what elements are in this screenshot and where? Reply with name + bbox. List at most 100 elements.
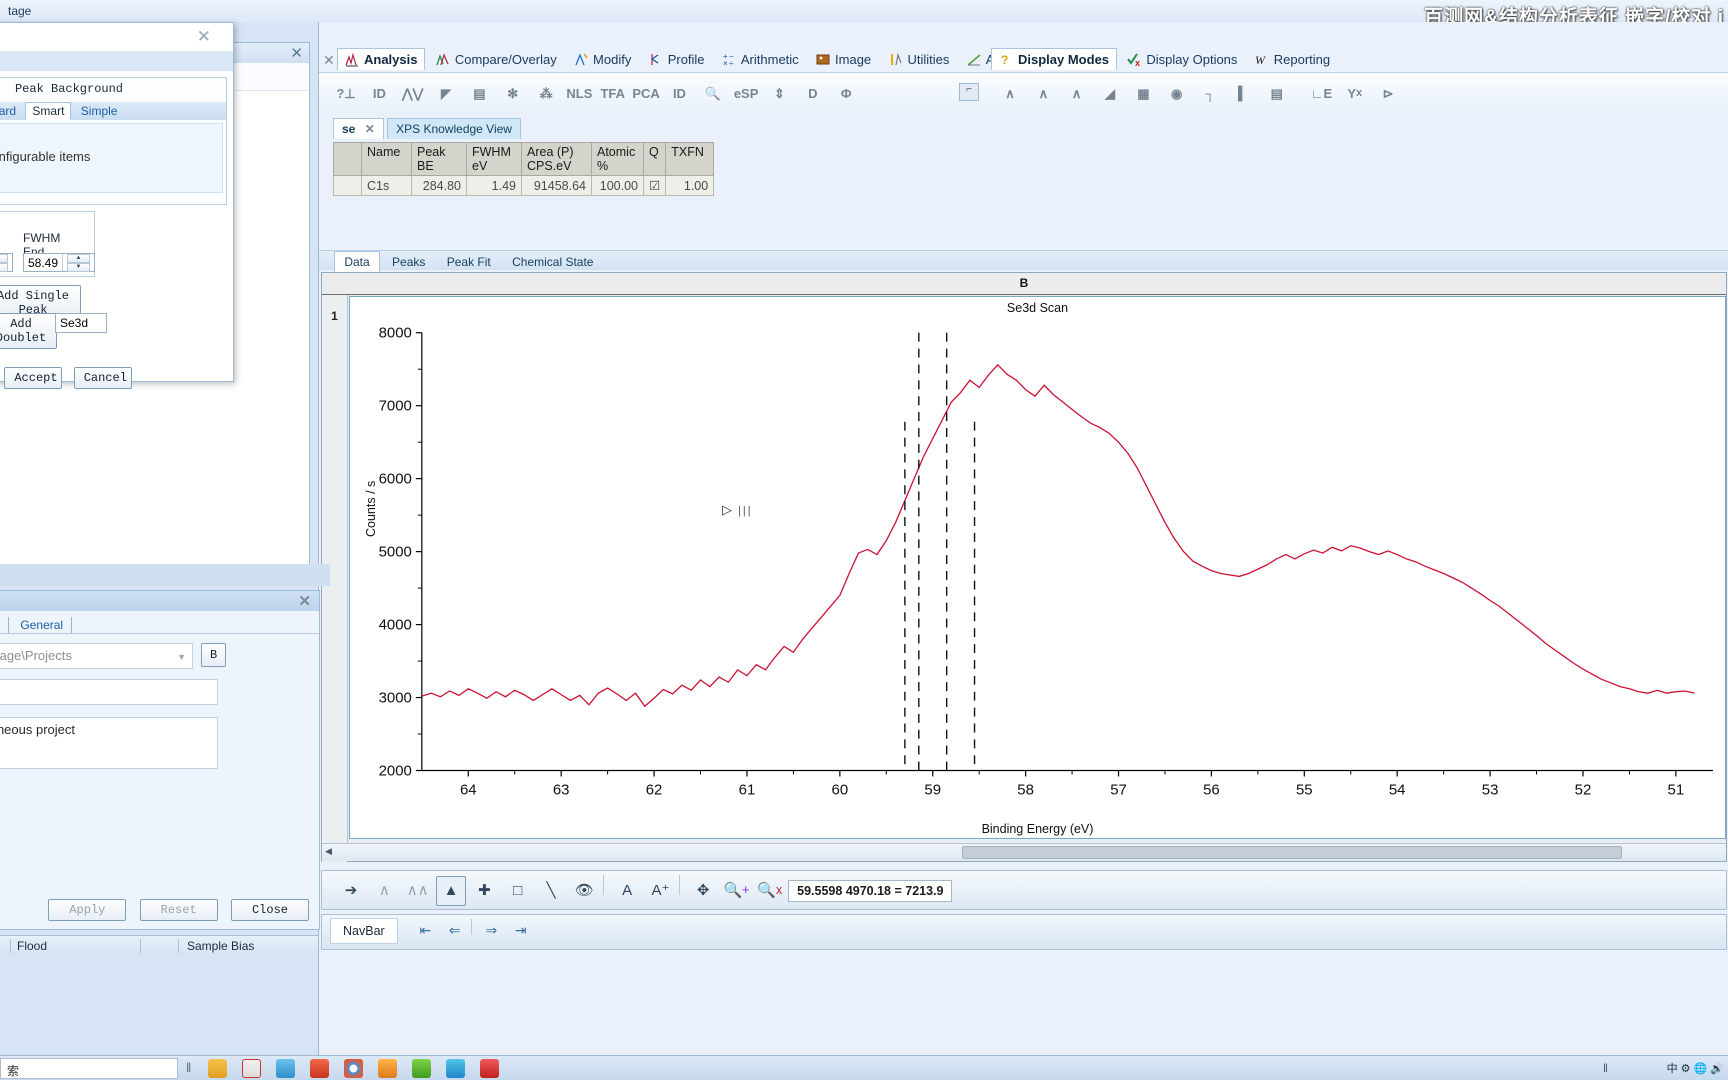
edge-icon[interactable] — [446, 1059, 465, 1078]
ribbon-tab-compare-overlay[interactable]: Compare/Overlay — [429, 49, 564, 70]
kingsoft-icon[interactable] — [480, 1059, 499, 1078]
phi-icon[interactable]: Φ — [831, 76, 861, 110]
browse-button[interactable]: B — [201, 643, 227, 667]
pan-icon[interactable]: ✥ — [688, 875, 718, 905]
single-peak-icon[interactable]: ∧ — [369, 875, 399, 905]
peak-centre-spinner[interactable]: ▲▼ — [0, 254, 12, 272]
background-icon[interactable]: ◤ — [431, 77, 461, 111]
system-tray[interactable]: 中 ⚙ 🌐 🔊 — [1667, 1060, 1724, 1076]
chevron-down-icon[interactable]: ▼ — [177, 652, 186, 662]
cell-select[interactable] — [333, 175, 362, 196]
ribbon-tab-arithmetic[interactable]: + − × ÷ Arithmetic — [715, 49, 806, 70]
crosshair-icon[interactable]: ✚ — [469, 875, 499, 905]
close-icon[interactable]: ✕ — [298, 592, 311, 610]
thickness-icon[interactable]: ⇕ — [764, 77, 794, 111]
doc-tab-xps-knowledge-view[interactable]: XPS Knowledge View — [387, 118, 521, 139]
ribbon-tab-reporting[interactable]: W Reporting — [1248, 49, 1337, 70]
tab-peaks[interactable]: Peaks — [383, 252, 434, 272]
spectrum-plot[interactable]: 2000 3000 4000 5000 6000 7000 8000 64 63 62 61 60 59… — [349, 296, 1726, 839]
close-icon[interactable]: ✕ — [365, 122, 375, 136]
peak-id-query-icon[interactable]: ?⊥ — [331, 77, 361, 111]
derivative-icon[interactable]: D — [798, 76, 828, 110]
paint-icon[interactable] — [276, 1059, 295, 1078]
next-icon[interactable]: ⇒ — [478, 917, 504, 943]
axis-yx-icon[interactable]: Yx — [1340, 76, 1370, 110]
th-txfn[interactable]: TXFN — [665, 142, 715, 176]
apply-button[interactable]: Apply — [48, 899, 127, 921]
display-stack-icon[interactable]: ∧ — [1062, 77, 1092, 111]
green-app-icon[interactable] — [412, 1059, 431, 1078]
id-bold-icon[interactable]: ID — [664, 76, 694, 110]
tab-peak-fit[interactable]: Peak Fit — [438, 252, 500, 272]
th-name[interactable]: Name — [361, 142, 412, 176]
bgtab-tougaard[interactable]: Tougaard — [0, 103, 22, 119]
tfa-icon[interactable]: TFA — [598, 76, 628, 110]
display-overlay-icon[interactable]: ∧ — [1028, 77, 1058, 111]
project-field[interactable]: Misc — [0, 679, 218, 705]
search-icon[interactable]: 🔍 — [698, 77, 728, 111]
fwhm-end-input[interactable]: 58.49 ▲ ▼ — [23, 253, 95, 272]
display-scatter-icon[interactable]: ┐ — [1195, 76, 1225, 110]
navbar-label[interactable]: NavBar — [330, 917, 398, 944]
scrollbar-thumb[interactable] — [962, 846, 1622, 859]
th-area[interactable]: Area (P) CPS.eV — [521, 142, 592, 176]
accept-button[interactable]: Accept — [4, 367, 63, 389]
file-explorer-icon[interactable] — [208, 1059, 227, 1078]
table-row[interactable]: C1s 284.80 1.49 91458.64 100.00 ☑ 1.00 — [333, 175, 715, 196]
quantify-icon[interactable]: ▤ — [464, 77, 494, 111]
peak-fit-icon[interactable]: ⋀⋁ — [398, 77, 428, 111]
avantage-icon[interactable] — [378, 1059, 397, 1078]
id-icon[interactable]: ID — [364, 76, 394, 110]
reset-button[interactable]: Reset — [139, 899, 218, 921]
peak-centre-input[interactable]: 58.85 ▲▼ — [0, 253, 13, 272]
tab-general[interactable]: General — [12, 617, 73, 633]
ribbon-tab-modify[interactable]: Modify — [567, 49, 638, 70]
tab-chemical-state[interactable]: Chemical State — [503, 252, 602, 272]
axis-split-icon[interactable]: ⊳ — [1373, 77, 1403, 111]
doc-tab-se[interactable]: se ✕ — [333, 118, 384, 139]
close-icon[interactable]: ✕ — [197, 27, 211, 47]
display-bar-icon[interactable]: ▍ — [1228, 77, 1258, 111]
prev-icon[interactable]: ⇐ — [442, 917, 468, 943]
tab-data[interactable]: Data — [334, 251, 380, 272]
th-atomic[interactable]: Atomic % — [591, 142, 644, 176]
close-icon[interactable]: ✕ — [290, 44, 303, 62]
display-table-icon[interactable]: ▤ — [1262, 77, 1292, 111]
cluster-icon[interactable]: ⁂ — [531, 77, 561, 111]
zoom-in-icon[interactable]: 🔍 + — [721, 875, 751, 905]
last-icon[interactable]: ⇥ — [508, 917, 534, 943]
doublet-name-input[interactable]: Se3d — [55, 313, 107, 333]
cancel-button[interactable]: Cancel — [73, 367, 132, 389]
esp-icon[interactable]: eSP — [731, 76, 761, 110]
pdf-icon[interactable] — [242, 1059, 261, 1078]
th-q[interactable]: Q — [642, 142, 667, 176]
ribbon-expand-icon[interactable]: ⌐ — [959, 83, 979, 101]
text-add-icon[interactable]: A⁺ — [645, 875, 675, 905]
chart-horizontal-scrollbar[interactable]: ◀ — [322, 843, 1726, 861]
scroll-left-icon[interactable]: ◀ — [325, 846, 332, 857]
cell-q-checkbox[interactable]: ☑ — [642, 175, 667, 196]
display-single-icon[interactable]: ∧ — [995, 77, 1025, 111]
line-icon[interactable]: ╲ — [536, 875, 566, 905]
pca-icon[interactable]: PCA — [631, 76, 661, 110]
pointer-icon[interactable]: ➔ — [336, 875, 366, 905]
display-sphere-icon[interactable]: ◉ — [1162, 77, 1192, 111]
lock-icon[interactable] — [310, 1059, 329, 1078]
th-fwhm[interactable]: FWHM eV — [466, 142, 522, 176]
chrome-icon[interactable] — [344, 1059, 363, 1078]
ribbon-tab-image[interactable]: Image — [809, 49, 878, 70]
ribbon-tab-display-options[interactable]: x Display Options — [1120, 49, 1244, 70]
nls-icon[interactable]: NLS — [564, 76, 594, 110]
axis-energy-icon[interactable]: ∟E — [1306, 76, 1336, 110]
tab-settings[interactable]: Settings — [0, 617, 10, 633]
first-icon[interactable]: ⇤ — [412, 917, 438, 943]
bgtab-simple[interactable]: Simple — [75, 103, 124, 119]
ribbon-tab-profile[interactable]: Profile — [642, 49, 712, 70]
multi-peak-icon[interactable]: ∧∧ — [403, 875, 433, 905]
chem-state-icon[interactable]: ✻ — [498, 77, 528, 111]
display-grid-icon[interactable]: ▦ — [1128, 77, 1158, 111]
display-shaded-icon[interactable]: ◢ — [1095, 77, 1125, 111]
ribbon-tab-utilities[interactable]: Utilities — [882, 49, 957, 70]
th-peak-be[interactable]: Peak BE — [411, 142, 467, 176]
peak-fit-region-icon[interactable]: ▲ — [436, 875, 467, 906]
